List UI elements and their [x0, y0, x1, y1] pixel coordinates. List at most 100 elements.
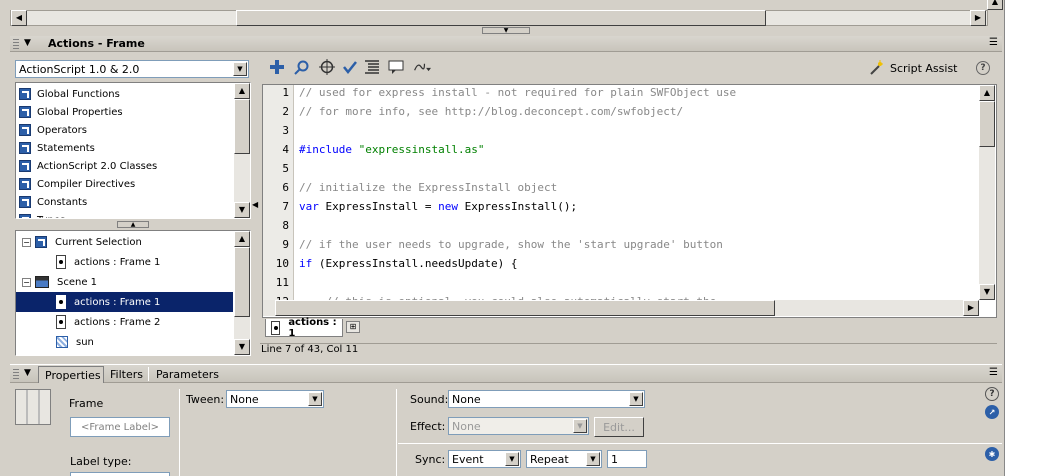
- collapse-toggle-icon[interactable]: −: [22, 277, 31, 287]
- editor-vscrollbar[interactable]: ▲ ▼: [979, 85, 995, 300]
- frame-label: Frame: [69, 397, 104, 410]
- sync-row-divider: [398, 443, 1002, 444]
- scroll-right-icon[interactable]: ▶: [970, 10, 986, 26]
- collapse-triangle-icon[interactable]: ▼: [24, 368, 31, 378]
- sync-select[interactable]: Event ▼: [448, 450, 521, 468]
- toolbox-item[interactable]: Global Properties: [19, 103, 123, 121]
- navigator-item[interactable]: − Scene 1: [16, 272, 233, 292]
- toolbox-splitter[interactable]: ▲: [117, 221, 149, 228]
- selection-arrow-icon: [35, 236, 47, 248]
- scroll-down-icon[interactable]: ▼: [234, 339, 250, 355]
- chevron-down-icon[interactable]: ▼: [629, 392, 643, 406]
- code-line[interactable]: if (ExpressInstall.needsUpdate) {: [299, 257, 518, 270]
- tab-filters[interactable]: Filters: [110, 368, 143, 381]
- toolbox-scroll-thumb[interactable]: [234, 99, 250, 154]
- expand-arrow-icon[interactable]: ↗: [985, 405, 999, 419]
- toolbox-item[interactable]: Global Functions: [19, 85, 120, 103]
- tab-parameters[interactable]: Parameters: [156, 368, 219, 381]
- book-icon: [19, 88, 31, 100]
- editor-hscrollbar[interactable]: ▶: [263, 300, 979, 316]
- timeline-collapse-handle[interactable]: ▼: [482, 27, 530, 34]
- scroll-up-icon[interactable]: ▲: [234, 83, 250, 99]
- debug-options-icon[interactable]: [413, 58, 431, 76]
- repeat-value: Repeat: [530, 453, 569, 466]
- chevron-down-icon[interactable]: ▼: [586, 452, 600, 466]
- navigator-scroll-thumb[interactable]: [234, 247, 250, 317]
- editor-hscroll-thumb[interactable]: [275, 300, 775, 316]
- repeat-count-input[interactable]: 1: [607, 450, 647, 468]
- collapse-toggle-icon[interactable]: −: [22, 237, 31, 247]
- find-icon[interactable]: [293, 58, 311, 76]
- navigator-item-label: actions : Frame 2: [74, 316, 161, 328]
- chevron-down-icon[interactable]: ▼: [308, 392, 322, 406]
- actions-panel-titlebar[interactable]: ▼ Actions - Frame ☰: [10, 36, 1002, 52]
- frame-thumbnail-icon: [15, 389, 51, 425]
- book-icon: [19, 106, 31, 118]
- toolbox-item[interactable]: ActionScript 2.0 Classes: [19, 157, 157, 175]
- sound-select[interactable]: None ▼: [448, 390, 645, 408]
- toolbox-item[interactable]: Compiler Directives: [19, 175, 135, 193]
- navigator-item[interactable]: actions : Frame 2: [16, 312, 233, 332]
- target-path-icon[interactable]: [318, 58, 336, 76]
- chevron-down-icon[interactable]: ▼: [573, 419, 587, 433]
- code-line[interactable]: // used for express install - not requir…: [299, 86, 736, 99]
- code-line[interactable]: // initialize the ExpressInstall object: [299, 181, 557, 194]
- scroll-up-icon[interactable]: ▲: [987, 0, 1003, 10]
- panel-grip-icon[interactable]: [13, 369, 19, 379]
- navigator-item[interactable]: sun: [16, 332, 233, 352]
- panel-options-icon[interactable]: ☰: [989, 367, 998, 378]
- editor-vscroll-thumb[interactable]: [979, 101, 995, 147]
- repeat-select[interactable]: Repeat ▼: [526, 450, 602, 468]
- frame-label-input[interactable]: <Frame Label>: [70, 417, 170, 437]
- tween-select[interactable]: None ▼: [226, 390, 324, 408]
- toolbox-item[interactable]: Types: [19, 211, 65, 218]
- navigator-item[interactable]: actions : Frame 1: [16, 252, 233, 272]
- code-line[interactable]: // for more info, see http://blog.deconc…: [299, 105, 683, 118]
- pin-script-icon[interactable]: ⊞: [346, 321, 360, 333]
- effect-select[interactable]: None ▼: [448, 417, 589, 435]
- navigator-item-label: actions : Frame 1: [74, 256, 161, 268]
- panel-options-icon[interactable]: ☰: [989, 37, 998, 48]
- scroll-down-icon[interactable]: ▼: [234, 202, 250, 218]
- code-line[interactable]: var ExpressInstall = new ExpressInstall(…: [299, 200, 577, 213]
- edit-envelope-button[interactable]: Edit...: [594, 417, 644, 437]
- actionscript-version-select[interactable]: ActionScript 1.0 & 2.0 ▼: [15, 60, 249, 78]
- code-line[interactable]: // if the user needs to upgrade, show th…: [299, 238, 723, 251]
- line-number: 10: [275, 257, 289, 270]
- scroll-up-icon[interactable]: ▲: [979, 85, 995, 101]
- help-icon[interactable]: ?: [985, 387, 999, 401]
- help-icon[interactable]: ?: [976, 61, 990, 75]
- timeline-scroll-thumb[interactable]: [236, 10, 766, 26]
- tab-properties[interactable]: Properties: [38, 366, 104, 383]
- toolbox-item[interactable]: Operators: [19, 121, 87, 139]
- panel-grip-icon[interactable]: [13, 39, 19, 49]
- right-margin: [1004, 0, 1052, 476]
- splitter-arrow-icon[interactable]: ◀: [252, 200, 258, 209]
- navigator-item[interactable]: actions : Frame 1: [16, 292, 233, 312]
- chevron-down-icon[interactable]: ▼: [233, 62, 247, 76]
- code-editor[interactable]: 1 // used for express install - not requi…: [263, 85, 978, 300]
- script-assist-button[interactable]: Script Assist: [868, 59, 968, 77]
- add-item-icon[interactable]: [268, 58, 286, 76]
- auto-format-icon[interactable]: [363, 58, 381, 76]
- timeline-scrollbar[interactable]: ◀ ▶: [10, 10, 988, 26]
- toolbox-item[interactable]: Statements: [19, 139, 95, 157]
- check-syntax-icon[interactable]: [341, 58, 359, 76]
- collapse-triangle-icon[interactable]: ▼: [24, 38, 31, 48]
- line-number: 6: [282, 181, 289, 194]
- line-number: 11: [275, 276, 289, 289]
- code-hint-icon[interactable]: [388, 58, 406, 76]
- scroll-up-icon[interactable]: ▲: [234, 231, 250, 247]
- navigator-scrollbar[interactable]: ▲ ▼: [234, 231, 250, 355]
- label-type-select[interactable]: [70, 472, 170, 476]
- scroll-right-icon[interactable]: ▶: [963, 300, 979, 316]
- navigator-item[interactable]: − Current Selection: [16, 232, 233, 252]
- code-line[interactable]: #include "expressinstall.as": [299, 143, 484, 156]
- scroll-left-icon[interactable]: ◀: [11, 10, 27, 26]
- script-tab[interactable]: actions : 1: [265, 317, 343, 339]
- chevron-down-icon[interactable]: ▼: [505, 452, 519, 466]
- scroll-down-icon[interactable]: ▼: [979, 284, 995, 300]
- toolbox-scrollbar[interactable]: ▲ ▼: [234, 83, 250, 218]
- accessibility-icon[interactable]: ✱: [985, 447, 999, 461]
- toolbox-item[interactable]: Constants: [19, 193, 87, 211]
